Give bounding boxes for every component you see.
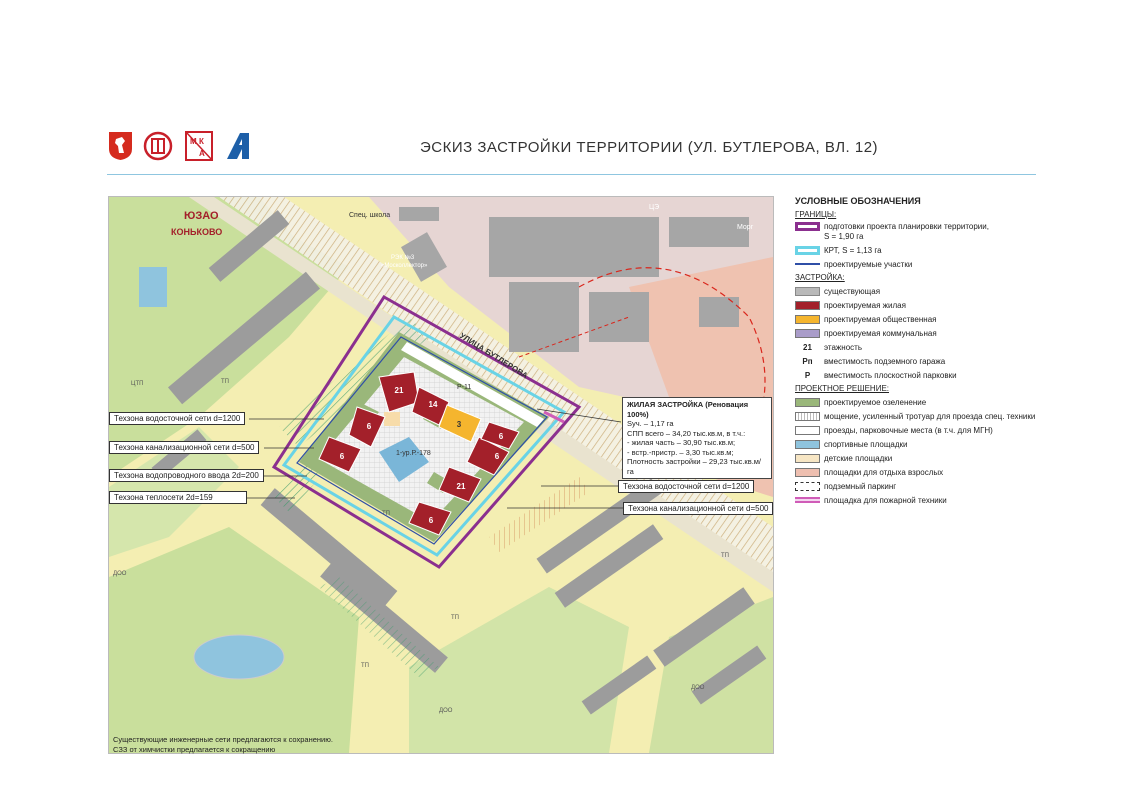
district-label: ЮЗАО [184, 210, 219, 222]
rsk-label: РЭК №3 [391, 254, 415, 261]
swatch-line-blue [795, 263, 820, 265]
info-box-line: СПП всего – 34,20 тыс.кв.м, в т.ч.: [627, 428, 746, 438]
floor-label-public: 3 [457, 420, 462, 429]
symbol-parking: P [804, 370, 811, 380]
legend-item: подготовки проекта планировки территории… [795, 221, 1095, 243]
floor-label: 6 [429, 516, 434, 525]
legend-item: проектируемое озеленение [795, 395, 1095, 409]
legend-item: спортивные площадки [795, 437, 1095, 451]
page-title: ЭСКИЗ ЗАСТРОЙКИ ТЕРРИТОРИИ (УЛ. БУТЛЕРОВ… [420, 139, 879, 156]
morg-label: Морг [737, 224, 754, 231]
svg-text:«Москоллектор»: «Москоллектор» [381, 263, 428, 269]
header-divider [107, 174, 1036, 175]
info-box-line: - жилая часть – 30,90 тыс.кв.м; [627, 438, 736, 447]
swatch-border-cyan [795, 245, 820, 255]
tp-label: ТП [451, 615, 459, 621]
symbol-floors: 21 [803, 342, 812, 352]
floor-label: 6 [499, 432, 504, 441]
institute-seal-logo [143, 131, 173, 161]
info-box-line: - встр.-пристр. – 3,30 тыс.кв.м; [627, 447, 734, 457]
legend-item: проектируемая общественная [795, 312, 1095, 326]
legend-title: УСЛОВНЫЕ ОБОЗНАЧЕНИЯ [795, 196, 921, 206]
legend-item: площадка для пожарной техники [795, 493, 1095, 507]
swatch-fire [795, 497, 820, 503]
swatch-fill-red [795, 300, 820, 310]
callout-stormwater-2: Техзона водосточной сети d=1200 [618, 480, 755, 493]
info-box-line: Sуч. – 1,17 га [627, 419, 674, 428]
swatch-fill-lilac [795, 328, 820, 338]
doo-label: ДОО [439, 708, 453, 714]
symbol-garage: Pп [802, 356, 813, 366]
map-legend: УСЛОВНЫЕ ОБОЗНАЧЕНИЯ ГРАНИЦЫ: подготовки… [795, 196, 1095, 507]
svg-text:А: А [199, 149, 205, 158]
swatch-fill-paving [795, 411, 820, 421]
swatch-fill-blue [795, 439, 820, 449]
swatch-fill-green [795, 397, 820, 407]
legend-item: проектируемые участки [795, 257, 1095, 271]
residential-info-box: ЖИЛАЯ ЗАСТРОЙКА (Реновация 100%) Sуч. – … [622, 397, 772, 479]
ctp-label: ЦТП [131, 381, 143, 387]
legend-item: проектируемая коммунальная [795, 326, 1095, 340]
sports-field-sw [193, 634, 285, 680]
swatch-fill-gray [795, 286, 820, 296]
legend-item: Pп вместимость подземного гаража [795, 354, 1095, 368]
legend-item: подземный паркинг [795, 479, 1095, 493]
floor-label: 6 [495, 452, 500, 461]
map-notes: Существующие инженерные сети предлагаютс… [113, 735, 333, 755]
doo-label: ДОО [113, 571, 127, 577]
moscow-coat-of-arms-logo [108, 131, 133, 161]
tp-label: ТП [221, 379, 229, 385]
tp-label: ТП [361, 663, 369, 669]
callout-stormwater-1: Техзона водосточной сети d=1200 [109, 412, 246, 425]
svg-text:К: К [199, 137, 204, 146]
legend-section-buildings: ЗАСТРОЙКА: [795, 273, 845, 282]
info-box-line: Плотность застройки – 29,23 тыс.кв.м/га [627, 457, 762, 476]
floor-label: 21 [457, 482, 466, 491]
legend-item: 21 этажность [795, 340, 1095, 354]
swatch-fill-orange [795, 314, 820, 324]
legend-item: КРТ, S = 1,13 га [795, 243, 1095, 257]
legend-item: мощение, усиленный тротуар для проезда с… [795, 409, 1095, 423]
callout-heating: Техзона теплосети 2d=159 [109, 491, 247, 504]
plot-label: 1-ур.Р.-178 [396, 450, 431, 457]
swatch-border-purple [795, 222, 820, 231]
tp-label: ТП [382, 511, 390, 517]
note-line: СЗЗ от химчистки предлагается к сокращен… [113, 745, 276, 754]
doo-label: ДОО [691, 685, 705, 691]
subdistrict-label: КОНЬКОВО [171, 227, 222, 237]
mka-logo: М К А [185, 131, 213, 161]
legend-item: P вместимость плоскостной парковки [795, 368, 1095, 382]
legend-item: площадки для отдыха взрослых [795, 465, 1095, 479]
swatch-fill-white [795, 425, 820, 435]
legend-section-boundaries: ГРАНИЦЫ: [795, 210, 837, 219]
architecture-a-logo [225, 131, 251, 161]
tp-label: ТП [721, 553, 729, 559]
courtyard-playground [384, 412, 400, 426]
swatch-fill-cream [795, 453, 820, 463]
info-box-title: ЖИЛАЯ ЗАСТРОЙКА (Реновация 100%) [627, 400, 749, 419]
floor-label: 6 [340, 452, 345, 461]
legend-section-design: ПРОЕКТНОЕ РЕШЕНИЕ: [795, 384, 889, 393]
road-label: Р-11 [457, 384, 471, 391]
mka-logo-text: М [190, 137, 197, 146]
legend-item: детские площадки [795, 451, 1095, 465]
school-label: Спец. школа [349, 212, 390, 219]
center-label: ЦЭ [649, 204, 659, 211]
callout-water-inlet: Техзона водопроводного ввода 2d=200 [109, 469, 264, 482]
swatch-dashed [795, 481, 820, 491]
callout-sewer-1: Техзона канализационной сети d=500 [109, 441, 260, 454]
floor-label: 14 [429, 400, 438, 409]
legend-item: проектируемая жилая [795, 298, 1095, 312]
legend-item: существующая [795, 284, 1095, 298]
floor-label: 6 [367, 422, 372, 431]
legend-item: проезды, парковочные места (в т.ч. для М… [795, 423, 1095, 437]
note-line: Существующие инженерные сети предлагаютс… [113, 735, 333, 744]
callout-sewer-2: Техзона канализационной сети d=500 [623, 502, 774, 515]
floor-label: 21 [395, 386, 404, 395]
swatch-fill-pink [795, 467, 820, 477]
